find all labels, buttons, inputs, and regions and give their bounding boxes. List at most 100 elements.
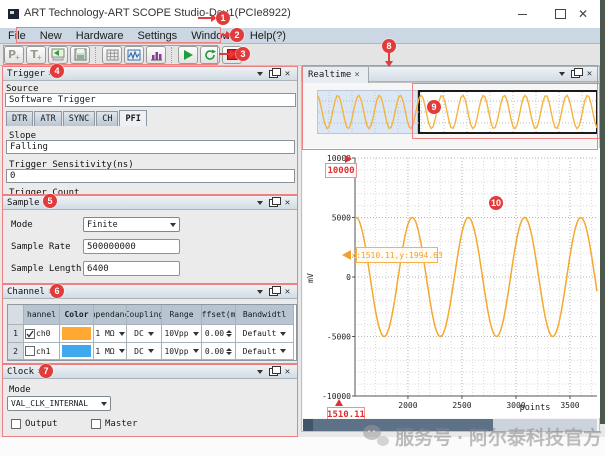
add-t-button[interactable]: T+ [26, 46, 46, 64]
sample-panel-close-button[interactable]: ✕ [282, 198, 293, 208]
dropdown-arrow-icon [193, 349, 199, 353]
ch1-offset-spinner[interactable]: 0.00 [202, 343, 236, 360]
save-file-icon [74, 48, 87, 61]
preview-waveform[interactable] [317, 90, 598, 134]
clock-mode-select[interactable]: VAL_CLK_INTERNAL [7, 396, 111, 411]
sample-rate-input[interactable]: 500000000 [83, 239, 180, 254]
trigger-panel-menu-button[interactable] [254, 69, 265, 79]
wechat-icon [363, 425, 389, 447]
menu-help[interactable]: Help(?) [250, 30, 286, 42]
ch0-impedance-select[interactable]: 1 MΩ [94, 325, 127, 343]
plus-icon: + [37, 53, 42, 62]
tab-sync[interactable]: SYNC [63, 111, 95, 126]
ch1-offset-value: 0.00 [205, 347, 224, 356]
realtime-panel-close-button[interactable]: ✕ [584, 69, 595, 79]
svg-text:points: points [520, 403, 551, 413]
col-offset: Offset(mV [202, 305, 236, 325]
ch0-color-swatch[interactable] [62, 327, 91, 340]
ch1-enable-checkbox[interactable] [25, 346, 35, 356]
sample-tab-close-icon[interactable]: × [43, 198, 48, 208]
sample-length-label: Sample Length [11, 264, 81, 274]
checkbox-icon [11, 419, 21, 429]
spinner-arrows-icon [226, 348, 232, 355]
realtime-tab-label: Realtime [308, 70, 351, 80]
channel-panel-titlebar: Channel × ✕ [3, 285, 297, 299]
ch1-color-swatch[interactable] [62, 345, 91, 357]
clock-panel: Clock × ✕ Mode VAL_CLK_INTERNAL Output M… [2, 364, 298, 437]
trigger-tab-close-icon[interactable]: × [48, 69, 53, 79]
mode-label: Mode [11, 220, 33, 230]
open-file-button[interactable] [48, 46, 68, 64]
channel-panel-float-button[interactable] [268, 287, 279, 297]
ch1-impedance-select[interactable]: 1 MΩ [94, 343, 127, 360]
realtime-tab-close-icon[interactable]: × [354, 70, 359, 80]
sample-panel-float-button[interactable] [268, 198, 279, 208]
trigger-panel-float-button[interactable] [268, 69, 279, 79]
clock-tab-close-icon[interactable]: × [37, 367, 42, 377]
stop-icon [227, 49, 238, 60]
dropdown-arrow-icon [119, 349, 125, 353]
ch1-impedance-value: 1 MΩ [95, 347, 114, 356]
ch0-offset-value: 0.00 [205, 329, 224, 338]
clock-mode-value: VAL_CLK_INTERNAL [11, 399, 88, 408]
sample-length-input[interactable]: 6400 [83, 261, 180, 276]
ch0-range-select[interactable]: 10Vpp [162, 325, 202, 343]
trigger-panel-titlebar: Trigger × ✕ [3, 67, 297, 81]
clock-panel-title: Clock [7, 367, 34, 377]
ch1-range-select[interactable]: 10Vpp [162, 343, 202, 360]
menu-new[interactable]: New [40, 30, 62, 42]
tab-pfi[interactable]: PFI [119, 110, 146, 126]
refresh-icon [203, 48, 217, 62]
clock-master-checkbox[interactable]: Master [91, 419, 138, 429]
waveform-chart[interactable]: -10000-500005000100002000250030003500mVp… [303, 148, 600, 418]
menu-bar: File New Hardware Settings Windows Help(… [0, 28, 605, 44]
sensitivity-input[interactable]: 0 [6, 169, 295, 183]
tab-dtr[interactable]: DTR [6, 111, 33, 126]
tab-atr[interactable]: ATR [34, 111, 61, 126]
minimize-button[interactable] [505, 0, 539, 28]
add-p-button[interactable]: P+ [4, 46, 24, 64]
stop-button[interactable] [222, 46, 242, 64]
grid-view-button[interactable] [102, 46, 122, 64]
float-icon [269, 368, 278, 376]
ch0-coupling-select[interactable]: DC [127, 325, 162, 343]
menu-hardware[interactable]: Hardware [76, 30, 124, 42]
waveform-view-button[interactable] [124, 46, 144, 64]
menu-file[interactable]: File [8, 30, 26, 42]
realtime-tab[interactable]: Realtime × [303, 67, 369, 83]
float-icon [269, 199, 278, 207]
trigger-source-input[interactable]: Software Trigger [5, 93, 296, 107]
start-button[interactable] [178, 46, 198, 64]
histogram-view-button[interactable] [146, 46, 166, 64]
ch0-bandwidth-select[interactable]: Default [236, 325, 294, 343]
sample-panel-menu-button[interactable] [254, 198, 265, 208]
menu-settings[interactable]: Settings [137, 30, 177, 42]
save-file-button[interactable] [70, 46, 90, 64]
tab-ch[interactable]: CH [96, 111, 118, 126]
continuous-run-button[interactable] [200, 46, 220, 64]
ch0-offset-spinner[interactable]: 0.00 [202, 325, 236, 343]
svg-text:mV: mV [306, 273, 315, 283]
clock-panel-float-button[interactable] [268, 367, 279, 377]
realtime-panel-menu-button[interactable] [556, 69, 567, 79]
realtime-panel-float-button[interactable] [570, 69, 581, 79]
channel-panel-menu-button[interactable] [254, 287, 265, 297]
dropdown-arrow-icon [280, 349, 286, 353]
sample-mode-value: Finite [87, 220, 118, 230]
channel-panel-close-button[interactable]: ✕ [282, 287, 293, 297]
ch1-coupling-select[interactable]: DC [127, 343, 162, 360]
app-window: ART Technology-ART SCOPE Studio-Dev1(PCI… [0, 0, 605, 456]
trigger-panel-close-button[interactable]: ✕ [282, 69, 293, 79]
ch0-name: ch0 [36, 329, 50, 338]
sample-mode-select[interactable]: Finite [83, 217, 180, 232]
clock-output-checkbox[interactable]: Output [11, 419, 58, 429]
ch1-bandwidth-select[interactable]: Default [236, 343, 294, 360]
close-button[interactable]: ✕ [566, 0, 600, 28]
clock-panel-close-button[interactable]: ✕ [282, 367, 293, 377]
channel-tab-close-icon[interactable]: × [48, 287, 53, 297]
ch0-enable-checkbox[interactable] [25, 329, 35, 339]
slope-input[interactable]: Falling [6, 140, 295, 154]
clock-panel-menu-button[interactable] [254, 367, 265, 377]
check-icon [26, 330, 34, 338]
menu-windows[interactable]: Windows [191, 30, 236, 42]
